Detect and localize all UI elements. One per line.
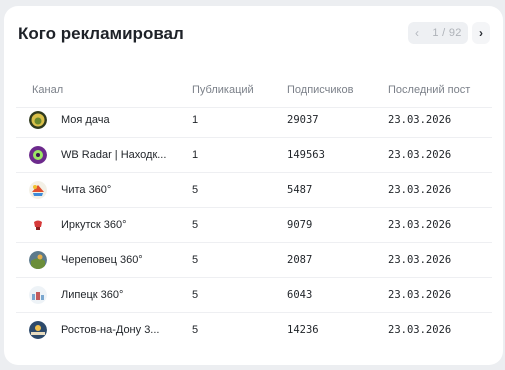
subscribers-count: 5487 xyxy=(287,184,313,196)
subscribers-count: 2087 xyxy=(287,254,313,266)
last-post-date: 23.03.2026 xyxy=(388,324,452,336)
posts-count: 5 xyxy=(192,324,199,336)
channel-name[interactable]: Чита 360° xyxy=(61,184,176,196)
lipetsk-avatar-icon xyxy=(29,286,47,304)
irkutsk-avatar-icon xyxy=(29,216,47,234)
chita-avatar-icon xyxy=(29,181,47,199)
table-row[interactable]: WB Radar | Находк... 1 149563 23.03.2026 xyxy=(16,138,492,173)
table-row[interactable]: Ростов-на-Дону 3... 5 14236 23.03.2026 xyxy=(16,313,492,348)
dacha-avatar-icon xyxy=(29,111,47,129)
cherepovets-avatar-icon xyxy=(29,251,47,269)
posts-count: 5 xyxy=(192,184,199,196)
channel-name[interactable]: Иркутск 360° xyxy=(61,219,176,231)
posts-count: 5 xyxy=(192,289,199,301)
prev-page-button[interactable]: ‹ xyxy=(408,22,426,44)
next-page-button[interactable]: › xyxy=(472,22,490,44)
last-post-date: 23.03.2026 xyxy=(388,149,452,161)
table-row[interactable]: Липецк 360° 5 6043 23.03.2026 xyxy=(16,278,492,313)
table-row[interactable]: Иркутск 360° 5 9079 23.03.2026 xyxy=(16,208,492,243)
chevron-left-icon: ‹ xyxy=(415,26,419,40)
channel-name[interactable]: WB Radar | Находк... xyxy=(61,149,176,161)
table-row[interactable]: Моя дача 1 29037 23.03.2026 xyxy=(16,103,492,138)
subscribers-count: 29037 xyxy=(287,114,319,126)
chevron-right-icon: › xyxy=(479,26,483,40)
last-post-date: 23.03.2026 xyxy=(388,184,452,196)
channel-name[interactable]: Ростов-на-Дону 3... xyxy=(61,324,176,336)
posts-count: 5 xyxy=(192,219,199,231)
column-header-last-post: Последний пост xyxy=(388,84,471,96)
subscribers-count: 9079 xyxy=(287,219,313,231)
channel-name[interactable]: Череповец 360° xyxy=(61,254,176,266)
subscribers-count: 14236 xyxy=(287,324,319,336)
column-header-posts: Публикаций xyxy=(192,84,254,96)
column-header-channel: Канал xyxy=(32,84,64,96)
pagination: ‹ 1 / 92 › xyxy=(408,22,490,44)
channel-name[interactable]: Моя дача xyxy=(61,114,176,126)
column-header-subscribers: Подписчиков xyxy=(287,84,354,96)
posts-count: 1 xyxy=(192,114,199,126)
card-title: Кого рекламировал xyxy=(18,24,184,43)
last-post-date: 23.03.2026 xyxy=(388,114,452,126)
channel-name[interactable]: Липецк 360° xyxy=(61,289,176,301)
last-post-date: 23.03.2026 xyxy=(388,219,452,231)
posts-count: 1 xyxy=(192,149,199,161)
wb-radar-avatar-icon xyxy=(29,146,47,164)
table-row[interactable]: Чита 360° 5 5487 23.03.2026 xyxy=(16,173,492,208)
subscribers-count: 6043 xyxy=(287,289,313,301)
posts-count: 5 xyxy=(192,254,199,266)
subscribers-count: 149563 xyxy=(287,149,325,161)
page-counter: 1 / 92 xyxy=(426,22,468,44)
table-row[interactable]: Череповец 360° 5 2087 23.03.2026 xyxy=(16,243,492,278)
last-post-date: 23.03.2026 xyxy=(388,289,452,301)
rostov-avatar-icon xyxy=(29,321,47,339)
last-post-date: 23.03.2026 xyxy=(388,254,452,266)
advertised-channels-card: Кого рекламировал ‹ 1 / 92 › Канал Публи… xyxy=(4,6,503,365)
